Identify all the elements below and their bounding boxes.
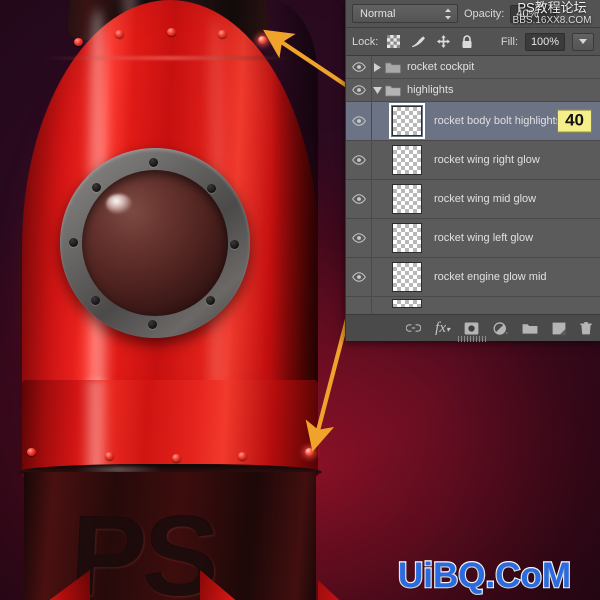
opacity-input[interactable]: 40%: [510, 4, 557, 23]
watermark-uibq: UiBQ.CoM: [397, 555, 572, 596]
eye-icon: [351, 85, 366, 95]
bolt-top-2: [115, 30, 124, 38]
fill-input[interactable]: 100%: [525, 32, 565, 51]
porthole-bolt-4: [206, 296, 215, 305]
lock-transparent-pixels-icon[interactable]: [387, 35, 401, 48]
folder-icon: [385, 62, 401, 73]
layer-row-rocket-wing-right-glow[interactable]: rocket wing right glow: [346, 141, 600, 180]
folder-open-icon: [385, 85, 401, 96]
lock-label: Lock:: [352, 35, 379, 48]
chevron-updown-icon: [445, 8, 451, 19]
porthole-bolt-7: [69, 238, 78, 247]
layer-visibility-toggle[interactable]: [346, 141, 372, 179]
layer-thumbnail[interactable]: [392, 299, 422, 308]
rocket-seam-top: [36, 56, 304, 60]
triangle-right-icon: [373, 62, 381, 72]
layer-thumbnail[interactable]: [392, 262, 422, 292]
layer-name: rocket wing left glow: [434, 232, 534, 244]
layer-row-rocket-engine-glow-mid[interactable]: rocket engine glow mid: [346, 258, 600, 297]
chevron-down-icon: [579, 39, 587, 44]
eye-icon: [351, 194, 366, 204]
eye-icon: [351, 272, 366, 282]
porthole-highlight: [106, 194, 132, 214]
layer-visibility-toggle[interactable]: [346, 258, 372, 296]
layer-row-rocket-wing-left-glow[interactable]: rocket wing left glow: [346, 219, 600, 258]
fill-value: 100%: [530, 35, 560, 48]
bolt-top-1: [74, 38, 83, 46]
layer-thumbnail[interactable]: [392, 145, 422, 175]
new-layer-button[interactable]: [552, 322, 566, 335]
add-layer-mask-button[interactable]: [464, 322, 479, 335]
bolt-bottom-5: [305, 448, 314, 456]
porthole-bolt-2: [207, 184, 216, 193]
group-disclosure-triangle[interactable]: [372, 86, 382, 94]
eye-icon: [351, 62, 366, 72]
bolt-top-4: [218, 30, 227, 38]
layer-visibility-toggle[interactable]: [346, 219, 372, 257]
layer-name: highlights: [407, 84, 454, 96]
opacity-label: Opacity:: [464, 7, 505, 20]
layer-name: rocket body bolt highlights: [434, 115, 562, 127]
eye-icon: [351, 233, 366, 243]
porthole-bolt-5: [148, 320, 157, 329]
rocket-illustration: PS: [0, 0, 438, 600]
rocket-porthole: [60, 148, 250, 338]
porthole-bolt-1: [149, 158, 158, 167]
lock-row: Lock: Fill: 100%: [346, 28, 600, 56]
blend-mode-row: Normal Opacity: 40%: [346, 0, 600, 28]
bolt-bottom-4: [238, 452, 247, 460]
lock-all-icon[interactable]: [461, 34, 473, 49]
layer-row-rocket-wing-mid-glow[interactable]: rocket wing mid glow: [346, 180, 600, 219]
layer-visibility-toggle[interactable]: [346, 56, 372, 78]
layer-visibility-toggle[interactable]: [346, 297, 372, 314]
rocket-body-lower: [22, 380, 318, 476]
panel-resize-grip[interactable]: [458, 336, 488, 342]
blend-mode-value: Normal: [360, 7, 396, 20]
layer-name: rocket wing mid glow: [434, 193, 537, 205]
bolt-top-3: [167, 28, 176, 36]
layers-panel: Normal Opacity: 40% PS教程论坛 BBS.16XX8.COM…: [345, 0, 600, 342]
bolt-bottom-2: [105, 452, 114, 460]
opacity-callout-badge: 40: [557, 109, 592, 133]
porthole-bolt-8: [92, 183, 101, 192]
body-lower-sheen: [81, 380, 111, 476]
new-group-button[interactable]: [522, 322, 538, 335]
eye-icon: [351, 155, 366, 165]
layer-style-fx-button[interactable]: fx▾: [435, 320, 450, 337]
layer-thumbnail[interactable]: [392, 184, 422, 214]
layer-visibility-toggle[interactable]: [346, 79, 372, 101]
bolt-bottom-1: [27, 448, 36, 456]
bolt-bottom-3: [172, 454, 181, 462]
layer-row-rocket-body-bolt-highlights[interactable]: rocket body bolt highlights 40: [346, 102, 600, 141]
layers-panel-footer: fx▾: [346, 314, 600, 342]
layer-thumbnail[interactable]: [389, 103, 425, 139]
fill-label: Fill:: [500, 35, 518, 48]
group-disclosure-triangle[interactable]: [372, 62, 382, 72]
porthole-bolt-6: [91, 296, 100, 305]
layer-thumbnail[interactable]: [392, 223, 422, 253]
bolt-top-5: [258, 36, 267, 44]
eye-icon: [351, 116, 366, 126]
layer-visibility-toggle[interactable]: [346, 180, 372, 218]
link-layers-button[interactable]: [406, 322, 422, 334]
layer-row-partial[interactable]: [346, 297, 600, 314]
triangle-down-icon: [372, 86, 382, 94]
adjustment-layer-button[interactable]: [493, 321, 508, 335]
lock-position-icon[interactable]: [437, 35, 451, 48]
layer-list[interactable]: rocket cockpit highlights rocket body bo…: [346, 56, 600, 314]
porthole-bolt-3: [230, 240, 239, 249]
porthole-glass: [82, 170, 228, 316]
layer-name: rocket wing right glow: [434, 154, 540, 166]
layer-row-rocket-cockpit[interactable]: rocket cockpit: [346, 56, 600, 79]
opacity-value: 40%: [516, 7, 539, 20]
layer-name: rocket cockpit: [407, 61, 475, 73]
layer-name: rocket engine glow mid: [434, 271, 547, 283]
delete-layer-button[interactable]: [580, 321, 592, 335]
layer-row-highlights[interactable]: highlights: [346, 79, 600, 102]
blend-mode-select[interactable]: Normal: [352, 4, 458, 23]
layer-visibility-toggle[interactable]: [346, 102, 372, 140]
lock-image-pixels-icon[interactable]: [411, 35, 426, 48]
fill-dropdown-button[interactable]: [572, 32, 594, 51]
